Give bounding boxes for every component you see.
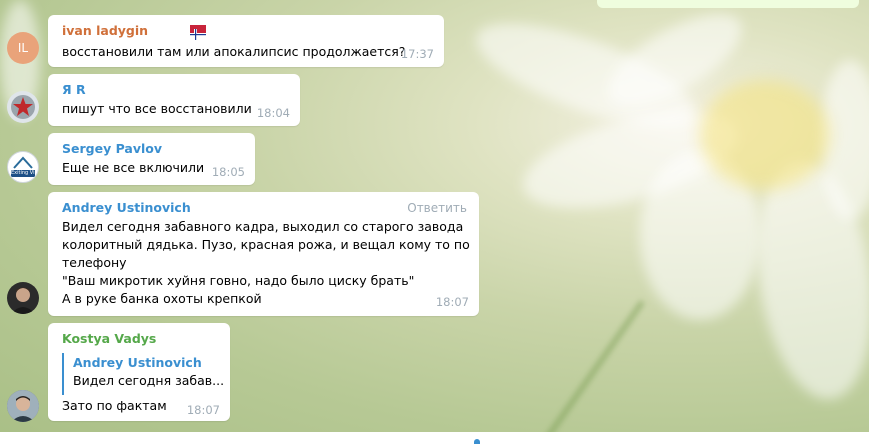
message-bubble[interactable]: Sergey Pavlov Еще не все включили 18:05	[48, 133, 255, 185]
message-text: Видел сегодня забавного кадра, выходил с…	[62, 219, 470, 306]
quote-text: Видел сегодня забав...	[73, 373, 225, 388]
avatar[interactable]: IL	[7, 32, 39, 64]
message-text: пишут что все восстановили	[62, 101, 252, 116]
message-bubble[interactable]: Я R пишут что все восстановили 18:04	[48, 74, 300, 126]
message-author[interactable]: Kostya Vadys	[62, 331, 156, 346]
user-photo-icon[interactable]	[7, 282, 39, 314]
message-bubble[interactable]: ivan ladygin восстановили там или апокал…	[48, 15, 444, 67]
norway-flag-icon	[190, 25, 206, 40]
message-author[interactable]: Я R	[62, 82, 86, 97]
scrollbar-track[interactable]	[869, 0, 879, 432]
message-time: 18:04	[256, 106, 290, 120]
message-time: 18:05	[211, 165, 245, 179]
red-star-emblem-icon[interactable]	[7, 91, 39, 123]
avatar-caption: Exiting Vim	[11, 170, 35, 176]
message-bubble[interactable]: Kostya Vadys Andrey Ustinovich Видел сег…	[48, 323, 230, 421]
message-time: 17:37	[400, 47, 434, 61]
user-photo-icon[interactable]	[7, 390, 39, 422]
avatar-initials: IL	[17, 41, 29, 55]
message-bubble[interactable]: Andrey Ustinovich Ответить Видел сегодня…	[48, 192, 479, 316]
input-area-edge	[0, 432, 879, 444]
previous-outgoing-message	[597, 0, 859, 8]
reply-quote[interactable]: Andrey Ustinovich Видел сегодня забав...	[62, 353, 224, 395]
message-time: 18:07	[186, 403, 220, 417]
scroll-down-indicator-icon[interactable]	[474, 439, 480, 444]
message-text: Еще не все включили	[62, 160, 205, 175]
reply-button[interactable]: Ответить	[407, 201, 467, 215]
message-author[interactable]: ivan ladygin	[62, 23, 148, 38]
exiting-vim-logo-icon[interactable]: Exiting Vim	[7, 151, 39, 183]
message-text: восстановили там или апокалипсис продолж…	[62, 44, 406, 59]
message-text: Зато по фактам	[62, 398, 167, 413]
message-time: 18:07	[435, 295, 469, 309]
message-author[interactable]: Andrey Ustinovich	[62, 200, 191, 215]
message-author[interactable]: Sergey Pavlov	[62, 141, 162, 156]
quote-author: Andrey Ustinovich	[73, 355, 202, 370]
